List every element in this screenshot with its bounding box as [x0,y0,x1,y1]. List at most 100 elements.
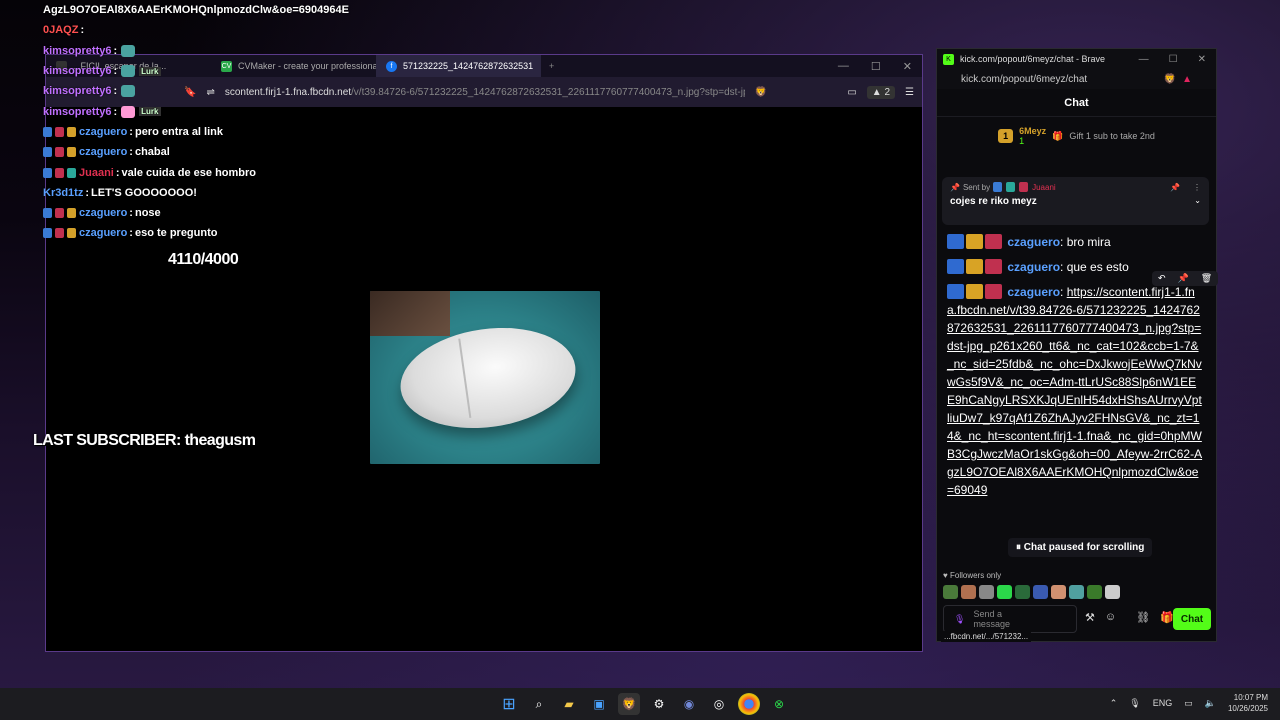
overlay-username: Juaani [79,166,114,179]
microphone-icon[interactable]: 🎙 [954,614,965,625]
network-icon[interactable]: ▭ [1184,698,1193,709]
discord-icon[interactable]: ◉ [678,693,700,715]
gifter-rank-badge: 1 [998,129,1014,143]
brave-shields-icon[interactable]: 🦁 [1164,74,1176,85]
overlay-username: 0JAQZ [43,24,79,37]
address-bar[interactable]: kick.com/popout/6meyz/chat 🦁 ▲ [937,69,1216,89]
windows-start-icon[interactable]: ⊞ [498,693,520,715]
heart-icon: ♥ [943,571,950,580]
gift-badge-icon [985,284,1002,299]
window-controls: — ☐ ✕ [1139,54,1210,65]
brave-rewards-icon[interactable]: ▲ [1182,74,1192,85]
sidebar-icon[interactable]: ▭ [847,87,856,98]
emote[interactable] [1051,585,1066,599]
maximize-icon[interactable]: ☐ [1169,54,1178,65]
separator: : [113,105,118,118]
badge-icon [67,147,76,158]
emote[interactable] [1069,585,1084,599]
verified-icon [947,234,964,249]
gift-text[interactable]: Gift 1 sub to take 2nd [1069,131,1155,141]
badge-icon [55,208,64,219]
emote-icon [121,85,136,98]
emote[interactable] [979,585,994,599]
gifter-name: 6Meyz [1019,126,1047,136]
badge-icon [43,147,52,158]
translate-icon[interactable]: ⚒ [1085,611,1095,624]
emoji-icon[interactable]: ☺ [1105,611,1116,624]
overlay-chat-row: czaguero : eso te pregunto [43,223,349,243]
emote-tag: Lurk [139,66,161,76]
window-controls: — ☐ ✕ [838,60,922,73]
tab-label: 571232225_1424762872632531 [403,61,534,71]
minimize-icon[interactable]: — [838,60,849,73]
overlay-username: czaguero [79,146,128,159]
chevron-down-icon[interactable]: ⌄ [1194,196,1201,207]
window-title: kick.com/popout/6meyz/chat - Brave [960,54,1106,64]
emote[interactable] [943,585,958,599]
message-link[interactable]: https://scontent.firj1-1.fna.fbcdn.net/v… [947,285,1202,497]
chat-title: Chat [937,89,1216,117]
brave-shields-icon[interactable]: 🦁 [755,87,767,98]
steelseries-icon[interactable]: ◎ [708,693,730,715]
microphone-icon[interactable]: 🎙 [1129,698,1140,709]
volume-icon[interactable]: 🔈 [1205,698,1216,709]
wallet-icon[interactable]: ▲ 2 [866,85,896,99]
close-icon[interactable]: ✕ [903,60,912,73]
pinned-user[interactable]: Juaani [1032,183,1056,192]
xbox-icon[interactable]: ⊗ [768,693,790,715]
separator: : [80,24,85,37]
emote[interactable] [1015,585,1030,599]
emote-icon [121,105,136,118]
unpin-icon[interactable]: 📌 [1170,183,1180,192]
settings-icon[interactable]: ⚙ [648,693,670,715]
overlay-username: kimsopretty6 [43,65,112,78]
more-icon[interactable]: ⋮ [1193,183,1201,192]
gift-icon[interactable]: 🎁 [1160,611,1174,624]
last-subscriber: LAST SUBSCRIBER: theagusm [33,432,256,449]
chrome-icon[interactable] [738,693,760,715]
chat-message: czaguero: bro mira [947,233,1204,251]
message-text: bro mira [1066,235,1111,249]
message-username[interactable]: czaguero [1007,235,1060,249]
emote[interactable] [1087,585,1102,599]
overlay-message: chabal [134,146,170,159]
new-tab-icon[interactable]: + [549,61,554,71]
overlay-username: kimsopretty6 [43,105,112,118]
clock[interactable]: 10:07 PM 10/26/2025 [1228,692,1268,714]
gift-badge-icon [985,259,1002,274]
verified-icon [947,259,964,274]
message-username[interactable]: czaguero [1007,260,1060,274]
top-gifter: 1 6Meyz 1 🎁 Gift 1 sub to take 2nd [937,117,1216,155]
emote-icon [121,65,136,78]
file-explorer-icon[interactable]: ▰ [558,693,580,715]
minimize-icon[interactable]: — [1139,54,1149,65]
brave-icon[interactable]: 🦁 [618,693,640,715]
message-input[interactable]: 🎙 Send a message [943,605,1077,633]
followers-only-text: Followers only [949,571,1002,580]
chevron-up-icon[interactable]: ⌃ [1110,698,1118,709]
overlay-chat-row: czaguero : pero entra al link [43,122,349,142]
language-indicator[interactable]: ENG [1153,698,1173,708]
tab-3-active[interactable]: f571232225_1424762872632531✕ [376,55,541,77]
emote[interactable] [1105,585,1120,599]
message-username[interactable]: czaguero [1007,285,1060,299]
store-icon[interactable]: ▣ [588,693,610,715]
overlay-chat-row: kimsopretty6 : [43,81,349,101]
menu-icon[interactable]: ☰ [905,87,914,98]
pin-icon: 📌 [950,182,960,192]
emote[interactable] [1033,585,1048,599]
search-icon[interactable]: ⌕ [528,693,550,715]
paused-text: Chat paused for scrolling [1023,542,1145,553]
emote[interactable] [961,585,976,599]
link-icon[interactable]: ⛓ [1136,611,1150,624]
chat-paused-banner[interactable]: ⏸ Chat paused for scrolling [1008,538,1153,557]
emote[interactable] [997,585,1012,599]
maximize-icon[interactable]: ☐ [871,60,881,73]
close-icon[interactable]: ✕ [1198,54,1206,65]
badge-icon [1006,182,1016,192]
sub-counter: 4110/4000 [168,251,239,268]
pinned-message[interactable]: 📌 Sent by Juaani 📌 ⋮ cojes re riko meyz ⌄ [942,177,1209,225]
chat-send-button[interactable]: Chat [1173,608,1211,630]
overlay-chat-row: czaguero : nose [43,203,349,223]
badge-icon [1019,182,1029,192]
